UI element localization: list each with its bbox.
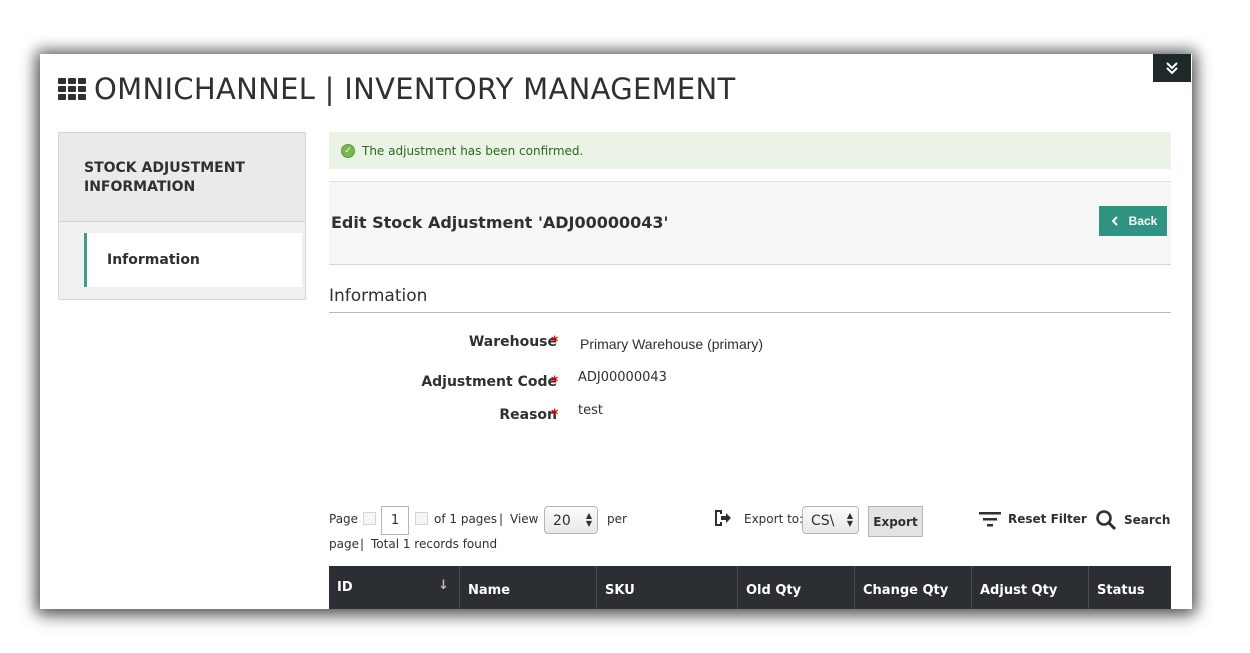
page-label: Page [329, 512, 359, 526]
success-text: The adjustment has been confirmed. [362, 143, 584, 158]
required-marker: * [551, 374, 559, 390]
reset-filter-button[interactable]: Reset Filter [979, 511, 1087, 527]
adjustment-code-value: ADJ00000043 [578, 370, 667, 385]
column-header-label: ID [337, 580, 353, 595]
sort-arrow-down-icon: ↓ [438, 578, 449, 593]
reason-value: test [578, 403, 603, 418]
sidebar: STOCK ADJUSTMENT INFORMATION Information [58, 132, 306, 300]
warehouse-label: Warehouse [468, 334, 557, 350]
success-message: ✓ The adjustment has been confirmed. [329, 132, 1171, 169]
page-header: Edit Stock Adjustment 'ADJ00000043' Back [329, 181, 1171, 265]
search-icon [1096, 510, 1117, 531]
toolbar-separator: | [499, 512, 504, 526]
back-button[interactable]: Back [1099, 206, 1167, 236]
search-button[interactable]: Search [1095, 509, 1170, 531]
of-pages-text: of 1 pages [434, 512, 498, 526]
export-to-label: Export to: [744, 512, 804, 526]
main-content: ✓ The adjustment has been confirmed. Edi… [329, 132, 1171, 609]
export-format-select[interactable]: CS\ ▲ ▼ [802, 506, 859, 534]
double-chevron-down-icon [1166, 62, 1178, 75]
app-window: OMNICHANNEL | INVENTORY MANAGEMENT STOCK… [40, 54, 1192, 609]
required-marker: * [551, 334, 559, 350]
view-label: View [510, 512, 539, 526]
sidebar-heading: STOCK ADJUSTMENT INFORMATION [59, 133, 305, 222]
export-icon [715, 510, 731, 526]
page-size-select[interactable]: 20 ▲ ▼ [544, 506, 598, 534]
page-number-input[interactable]: 1 [381, 506, 409, 535]
chevron-left-icon [1111, 216, 1118, 226]
app-header: OMNICHANNEL | INVENTORY MANAGEMENT [58, 72, 736, 106]
table-header: ID ↓ Name SKU Old Qty Change Qty Adjust … [329, 566, 1171, 609]
adjustment-code-row: Adjustment Code * ADJ00000043 [329, 370, 1171, 394]
column-header-adjust-qty[interactable]: Adjust Qty [972, 566, 1089, 609]
prev-page-button[interactable] [363, 512, 376, 525]
search-label: Search [1124, 513, 1171, 527]
toolbar-separator: | [360, 537, 365, 551]
updown-arrows-icon: ▲ ▼ [585, 511, 592, 528]
section-divider [329, 312, 1171, 313]
warehouse-row: Warehouse * Primary Warehouse (primary) [329, 334, 1171, 354]
total-records: Total 1 records found [371, 537, 498, 551]
per-label: per [607, 512, 627, 526]
export-format-value: CS\ [811, 513, 835, 529]
column-header-sku[interactable]: SKU [597, 566, 738, 609]
apps-grid-icon[interactable] [58, 78, 86, 100]
required-marker: * [551, 407, 559, 423]
sidebar-item-information[interactable]: Information [84, 233, 302, 287]
reason-row: Reason * test [329, 403, 1171, 427]
page-size-value: 20 [553, 513, 571, 529]
reset-filter-label: Reset Filter [1008, 512, 1087, 526]
adjustment-code-label: Adjustment Code [421, 374, 557, 390]
page-title: Edit Stock Adjustment 'ADJ00000043' [331, 213, 669, 232]
column-header-status[interactable]: Status [1089, 566, 1171, 609]
filter-icon [979, 512, 1001, 527]
next-page-button[interactable] [415, 512, 428, 525]
updown-arrows-icon: ▲ ▼ [846, 511, 853, 528]
reason-label: Reason [499, 407, 557, 423]
app-title: OMNICHANNEL | INVENTORY MANAGEMENT [94, 72, 736, 106]
back-label: Back [1128, 214, 1158, 228]
section-title: Information [329, 286, 428, 306]
column-header-name[interactable]: Name [460, 566, 597, 609]
warehouse-value: Primary Warehouse (primary) [580, 336, 764, 352]
column-header-id[interactable]: ID ↓ [329, 566, 460, 609]
collapse-chevron-button[interactable] [1153, 54, 1191, 82]
column-header-old-qty[interactable]: Old Qty [738, 566, 855, 609]
page-word: page [329, 537, 359, 551]
export-button[interactable]: Export [868, 506, 923, 537]
column-header-change-qty[interactable]: Change Qty [855, 566, 972, 609]
check-circle-icon: ✓ [341, 143, 355, 158]
